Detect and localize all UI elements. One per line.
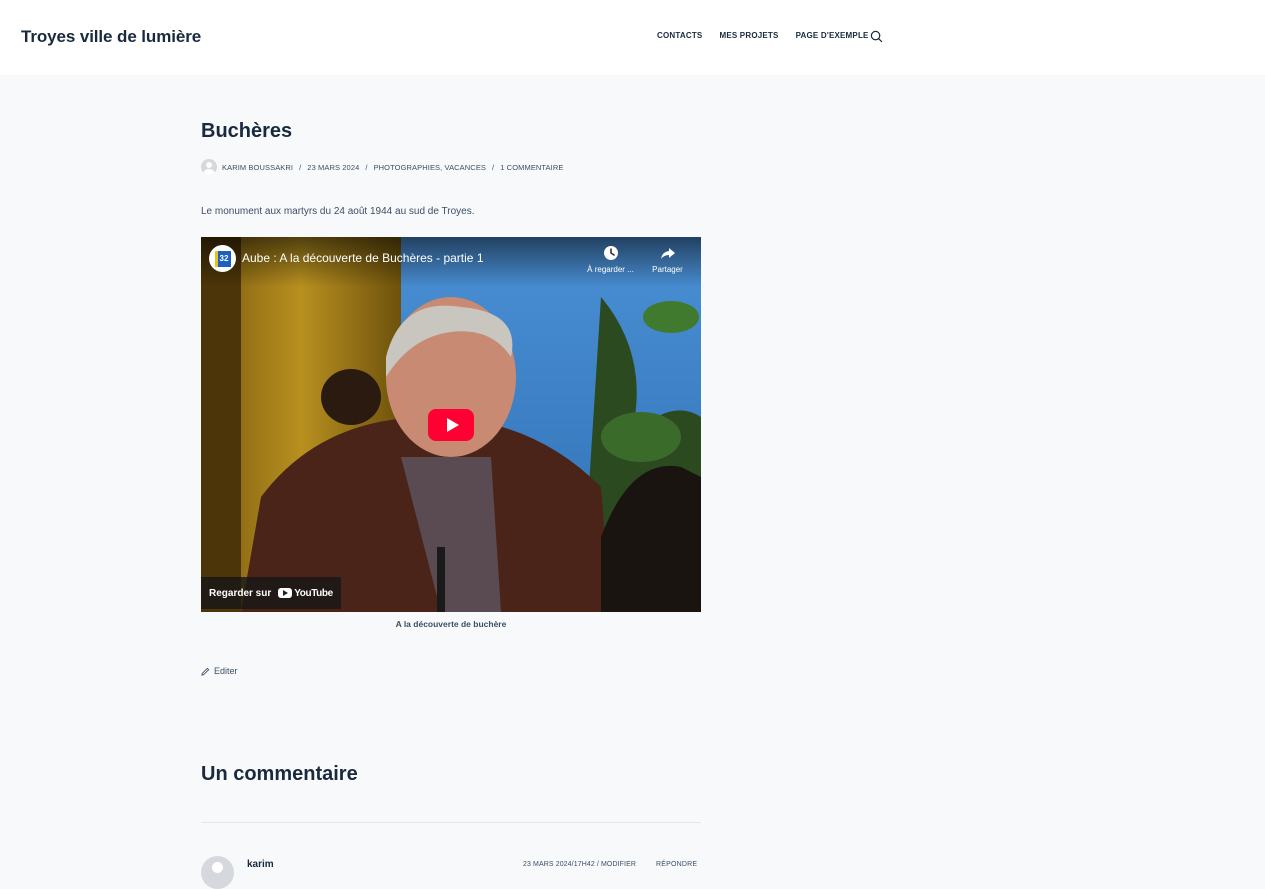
share-arrow-icon	[660, 248, 675, 259]
watch-later-label: À regarder ...	[587, 265, 634, 274]
comments-title: Un commentaire	[201, 763, 358, 785]
nav-item-contacts[interactable]: CONTACTS	[657, 31, 702, 40]
author-avatar[interactable]	[201, 159, 217, 175]
comments-divider	[201, 822, 701, 823]
pencil-icon	[201, 667, 210, 676]
youtube-wordmark: YouTube	[294, 587, 333, 599]
channel-logo[interactable]: 32	[209, 245, 236, 272]
channel-logo-badge: 32	[214, 250, 231, 267]
comment-reply-button[interactable]: RÉPONDRE	[656, 861, 697, 868]
comment-date-modify[interactable]: 23 MARS 2024/17H42 / MODIFIER	[523, 861, 636, 868]
share-button[interactable]: Partager	[645, 245, 690, 274]
meta-separator: /	[492, 162, 495, 172]
nav-item-mes-projets[interactable]: MES PROJETS	[719, 31, 778, 40]
comment-author[interactable]: karim	[247, 859, 274, 870]
post-meta: KARIM BOUSSAKRI / 23 MARS 2024 / PHOTOGR…	[201, 159, 563, 175]
meta-categories-link[interactable]: PHOTOGRAPHIES, VACANCES	[374, 163, 486, 172]
main-nav: CONTACTS MES PROJETS PAGE D'EXEMPLE	[657, 31, 869, 40]
edit-link[interactable]: Editer	[201, 666, 238, 676]
comment-avatar	[201, 856, 234, 889]
share-label: Partager	[652, 265, 683, 274]
post-title: Buchères	[201, 120, 293, 142]
search-icon[interactable]	[870, 30, 883, 43]
youtube-embed[interactable]: 32 Aube : A la découverte de Buchères - …	[201, 237, 701, 612]
meta-date-link[interactable]: 23 MARS 2024	[307, 163, 359, 172]
meta-author-link[interactable]: KARIM BOUSSAKRI	[222, 163, 293, 172]
meta-separator: /	[299, 162, 302, 172]
watch-on-label: Regarder sur	[209, 587, 272, 599]
clock-icon	[603, 246, 618, 260]
video-caption: A la découverte de buchère	[395, 619, 507, 629]
site-header: Troyes ville de lumière CONTACTS MES PRO…	[0, 0, 1265, 75]
youtube-logo: YouTube	[278, 588, 333, 599]
nav-item-page-exemple[interactable]: PAGE D'EXEMPLE	[796, 31, 869, 40]
play-button[interactable]	[428, 409, 474, 441]
meta-separator: /	[365, 162, 368, 172]
youtube-play-icon	[278, 588, 293, 598]
watch-on-youtube-button[interactable]: Regarder sur YouTube	[201, 577, 341, 609]
watch-later-button[interactable]: À regarder ...	[583, 245, 638, 274]
edit-label: Editer	[214, 666, 238, 676]
video-title[interactable]: Aube : A la découverte de Buchères - par…	[242, 251, 484, 265]
site-title[interactable]: Troyes ville de lumière	[21, 27, 201, 47]
meta-comments-link[interactable]: 1 COMMENTAIRE	[500, 163, 563, 172]
post-intro: Le monument aux martyrs du 24 août 1944 …	[201, 206, 475, 217]
